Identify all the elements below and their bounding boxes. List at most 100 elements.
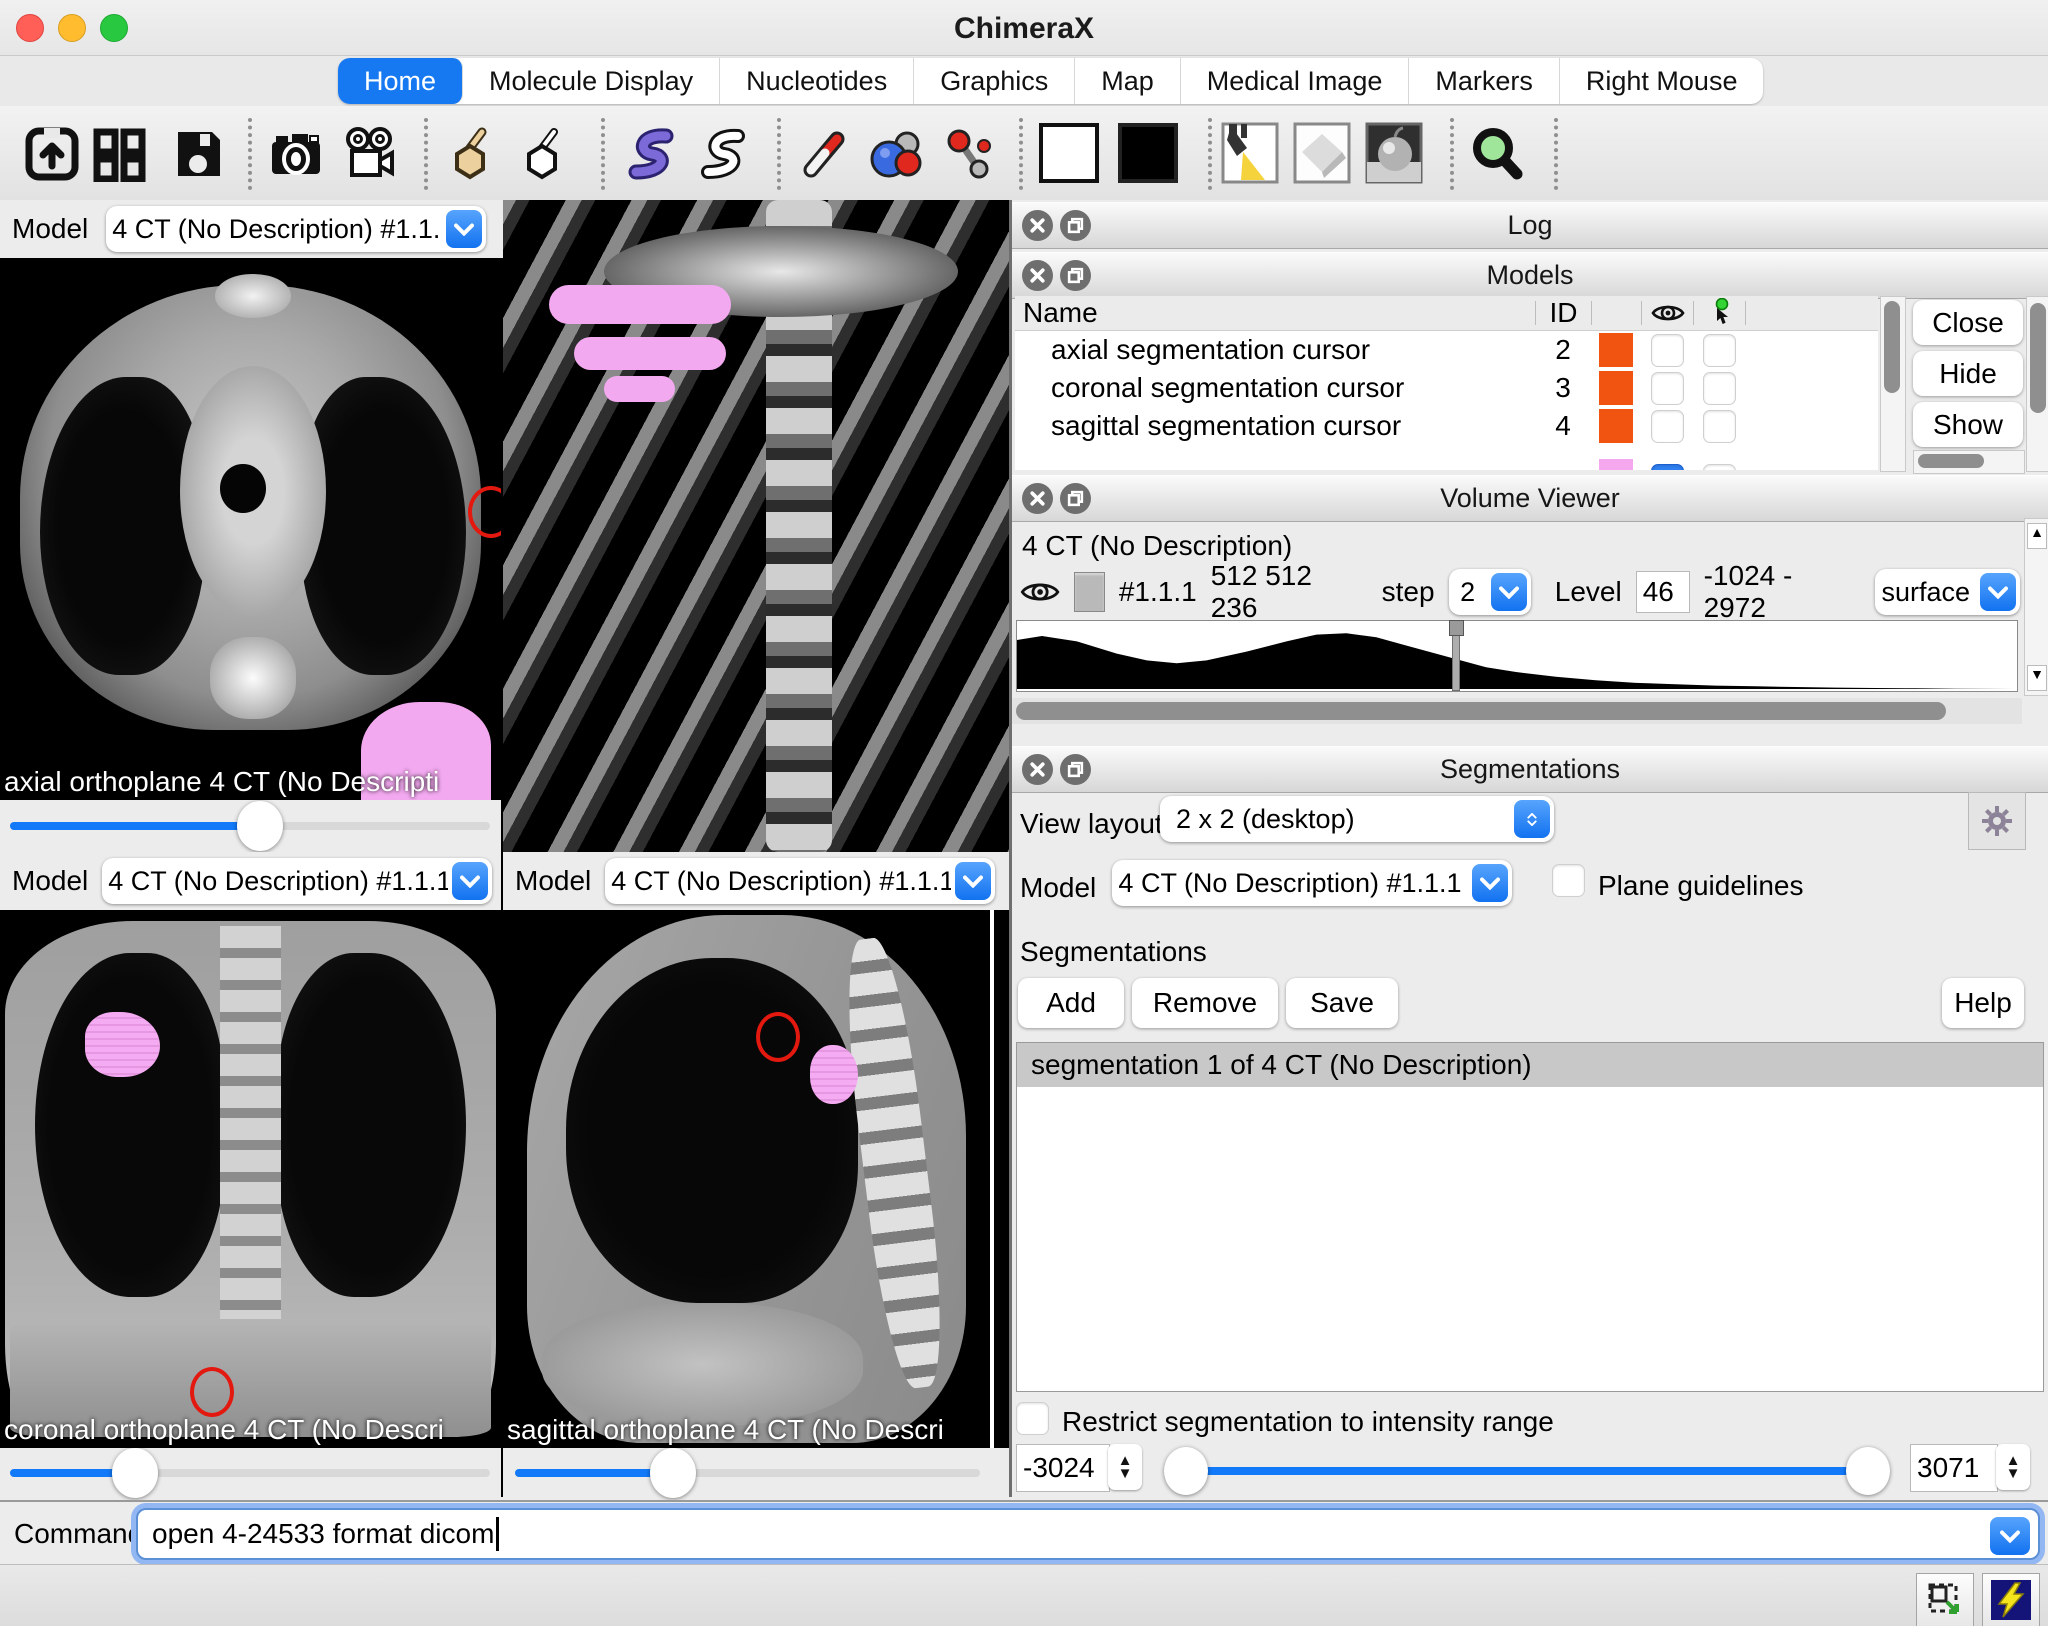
sagittal-view[interactable]: sagittal orthoplane 4 CT (No Descri [503, 910, 994, 1448]
restrict-intensity-checkbox[interactable] [1016, 1402, 1049, 1435]
molecule-tan-icon[interactable] [444, 126, 500, 182]
model-row[interactable]: axial segmentation cursor 2 [1015, 331, 1878, 369]
segmentation-list-item-selected[interactable]: segmentation 1 of 4 CT (No Description) [1017, 1043, 2043, 1087]
molecule-outline-icon[interactable] [516, 126, 572, 182]
axial-slice-slider[interactable] [10, 822, 490, 830]
hide-model-button[interactable]: Hide [1913, 351, 2023, 396]
snapshot-camera-icon[interactable] [268, 126, 324, 182]
soft-lighting-icon[interactable] [1293, 122, 1351, 184]
model-row[interactable]: coronal segmentation cursor 3 [1015, 369, 1878, 407]
column-name[interactable]: Name [1015, 301, 1535, 325]
remove-segmentation-button[interactable]: Remove [1132, 978, 1278, 1028]
shown-checkbox[interactable] [1651, 334, 1684, 367]
models-table-scrollbar[interactable] [1880, 296, 1906, 472]
sagittal-slice-slider[interactable] [515, 1469, 980, 1477]
column-color[interactable] [1591, 301, 1641, 325]
save-icon[interactable] [170, 126, 226, 182]
coronal-model-select[interactable]: 4 CT (No Description) #1.1.1 [102, 858, 492, 904]
model-row-partial[interactable] [1015, 445, 1878, 470]
ribbon-purple-icon[interactable] [620, 126, 676, 182]
view-layout-select[interactable]: 2 x 2 (desktop) [1160, 796, 1554, 842]
show-model-button[interactable]: Show [1913, 402, 2023, 447]
white-background-icon[interactable] [1038, 122, 1100, 184]
slider-knob[interactable] [112, 1448, 158, 1498]
intensity-range-slider[interactable] [1172, 1467, 1886, 1475]
coronal-slice-slider[interactable] [10, 1469, 490, 1477]
selected-checkbox[interactable] [1703, 464, 1736, 471]
step-select[interactable]: 2 [1449, 569, 1531, 615]
plane-guidelines-checkbox[interactable] [1552, 864, 1585, 897]
column-id[interactable]: ID [1535, 301, 1591, 325]
shown-checkbox[interactable] [1651, 464, 1684, 471]
intensity-min-stepper[interactable]: ▲▼ [1108, 1444, 1142, 1490]
scroll-down-arrow[interactable]: ▼ [2027, 665, 2047, 691]
save-segmentation-button[interactable]: Save [1286, 978, 1398, 1028]
selection-mode-button[interactable] [1916, 1573, 1974, 1626]
full-lighting-icon[interactable] [1365, 122, 1423, 184]
intensity-max-input[interactable]: 3071 [1910, 1444, 1998, 1492]
volume-color-swatch[interactable] [1074, 572, 1105, 612]
threshold-marker-handle[interactable] [1449, 620, 1464, 636]
command-input[interactable]: open 4-24533 format dicom [136, 1508, 2040, 1560]
model-color-swatch[interactable] [1599, 409, 1633, 443]
zoom-magnifier-icon[interactable] [1469, 126, 1525, 182]
tab-nucleotides[interactable]: Nucleotides [720, 58, 914, 104]
model-color-swatch[interactable] [1599, 459, 1633, 470]
open-icon[interactable] [24, 126, 80, 182]
tab-medical-image[interactable]: Medical Image [1181, 58, 1410, 104]
tile-windows-icon[interactable] [91, 126, 147, 182]
tab-molecule-display[interactable]: Molecule Display [463, 58, 720, 104]
ribbon-outline-icon[interactable] [692, 126, 748, 182]
fast-mode-button[interactable] [1982, 1573, 2040, 1626]
segmentations-list[interactable]: segmentation 1 of 4 CT (No Description) [1016, 1042, 2044, 1392]
intensity-max-stepper[interactable]: ▲▼ [1996, 1444, 2030, 1490]
scrollbar-thumb[interactable] [2030, 303, 2046, 413]
column-selected[interactable] [1693, 301, 1745, 325]
range-max-knob[interactable] [1846, 1447, 1890, 1495]
level-input[interactable]: 46 [1636, 571, 1690, 613]
tab-map[interactable]: Map [1075, 58, 1181, 104]
slider-knob[interactable] [650, 1448, 696, 1498]
settings-gear-button[interactable] [1968, 792, 2026, 850]
coronal-view[interactable]: coronal orthoplane 4 CT (No Descri [0, 910, 501, 1448]
shown-checkbox[interactable] [1651, 410, 1684, 443]
scroll-up-arrow[interactable]: ▲ [2027, 523, 2047, 549]
selected-checkbox[interactable] [1703, 372, 1736, 405]
intensity-min-input[interactable]: -3024 [1016, 1444, 1110, 1492]
tab-right-mouse[interactable]: Right Mouse [1560, 58, 1764, 104]
sphere-style-icon[interactable] [868, 126, 924, 182]
tab-graphics[interactable]: Graphics [914, 58, 1075, 104]
selected-checkbox[interactable] [1703, 410, 1736, 443]
command-history-chevron-icon[interactable] [1990, 1517, 2030, 1555]
record-movie-icon[interactable] [342, 126, 398, 182]
scrollbar-thumb[interactable] [1918, 454, 1984, 468]
segmentation-model-select[interactable]: 4 CT (No Description) #1.1.1 [1112, 860, 1512, 906]
axial-view[interactable]: axial orthoplane 4 CT (No Descripti [0, 258, 501, 800]
slider-knob[interactable] [237, 801, 283, 851]
axial-model-select[interactable]: 4 CT (No Description) #1.1.1 [106, 206, 486, 252]
model-color-swatch[interactable] [1599, 371, 1633, 405]
column-shown[interactable] [1641, 301, 1693, 325]
display-style-select[interactable]: surface [1875, 569, 2020, 615]
close-model-button[interactable]: Close [1913, 300, 2023, 345]
stick-style-icon[interactable] [797, 126, 853, 182]
shown-checkbox[interactable] [1651, 372, 1684, 405]
threshold-marker[interactable] [1452, 621, 1460, 691]
volume-histogram[interactable] [1016, 620, 2018, 692]
3d-view[interactable] [503, 200, 1009, 852]
sagittal-model-select[interactable]: 4 CT (No Description) #1.1.1 [605, 858, 995, 904]
tab-markers[interactable]: Markers [1409, 58, 1560, 104]
models-panel-scrollbar[interactable] [2026, 296, 2048, 472]
eye-icon[interactable] [1020, 578, 1060, 606]
models-buttons-scrollbar[interactable] [1913, 450, 2025, 474]
black-background-icon[interactable] [1117, 122, 1179, 184]
model-color-swatch[interactable] [1599, 333, 1633, 367]
volume-vertical-scrollbar[interactable]: ▲ ▼ [2024, 518, 2048, 696]
simple-lighting-icon[interactable] [1221, 122, 1279, 184]
help-button[interactable]: Help [1942, 978, 2024, 1028]
ball-and-stick-style-icon[interactable] [940, 126, 996, 182]
volume-horizontal-scrollbar[interactable] [1012, 698, 2022, 724]
scrollbar-thumb[interactable] [1016, 702, 1946, 720]
add-segmentation-button[interactable]: Add [1018, 978, 1124, 1028]
tab-home[interactable]: Home [338, 58, 463, 104]
